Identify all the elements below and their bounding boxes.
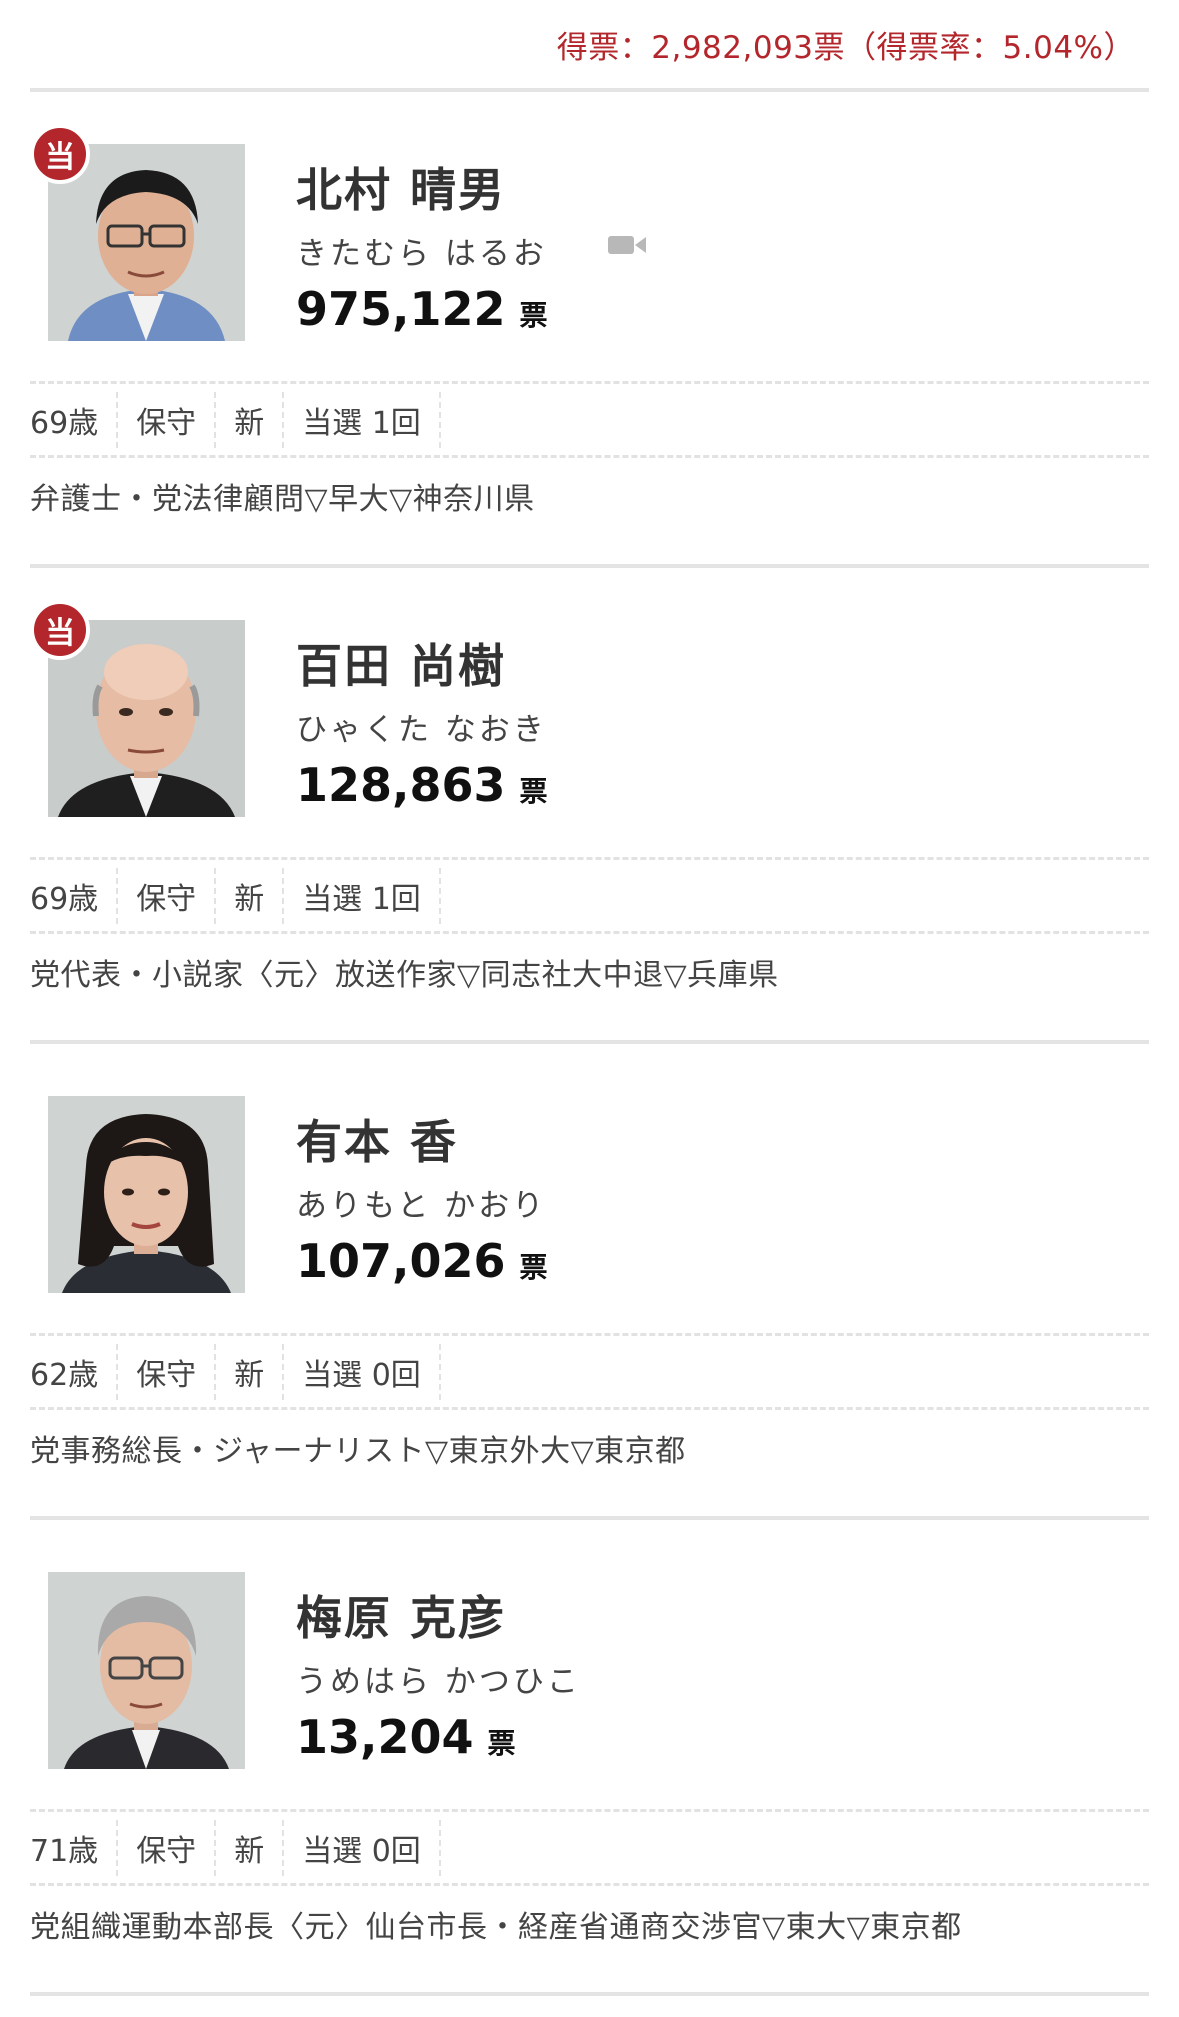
candidate-name[interactable]: 北村 晴男 [296, 154, 506, 220]
candidate-header: 当 百田 尚樹 ひゃくた なおき 128,863 票 [30, 568, 1149, 860]
candidate-name-kana: きたむら はるお [296, 236, 547, 272]
vote-count: 128,863 票 [296, 758, 548, 812]
candidate-ideology: 保守 [118, 391, 217, 448]
candidate-status: 新 [216, 391, 285, 448]
candidate-name[interactable]: 有本 香 [296, 1106, 458, 1172]
vote-count: 975,122 票 [296, 282, 548, 336]
candidate-age: 69歳 [30, 867, 119, 924]
vote-count-number: 128,863 [296, 758, 506, 812]
candidate-career: 党組織運動本部長〈元〉仙台市長・経産省通商交渉官▽東大▽東京都 [30, 1910, 962, 1945]
candidate-header: 梅原 克彦 うめはら かつひこ 13,204 票 [30, 1520, 1149, 1812]
candidate-header: 有本 香 ありもと かおり 107,026 票 [30, 1044, 1149, 1336]
candidate-card[interactable]: 当 百田 尚樹 ひゃくた なおき 128,863 票 69歳 保守 新 当選 1… [30, 568, 1149, 1044]
candidate-attributes: 69歳 保守 新 当選 1回 [30, 384, 1149, 458]
vote-unit-label: 票 [519, 775, 548, 808]
candidate-photo [48, 1096, 245, 1293]
candidate-status: 新 [216, 1343, 285, 1400]
candidate-ideology: 保守 [118, 1819, 217, 1876]
vote-count: 107,026 票 [296, 1234, 548, 1288]
vote-unit-label: 票 [487, 1727, 516, 1760]
candidate-times-elected: 当選 1回 [284, 391, 441, 448]
candidate-photo [48, 1572, 245, 1769]
candidate-attributes: 69歳 保守 新 当選 1回 [30, 860, 1149, 934]
candidate-name[interactable]: 百田 尚樹 [296, 630, 506, 696]
candidate-times-elected: 当選 0回 [284, 1819, 441, 1876]
candidate-name-kana: うめはら かつひこ [296, 1664, 581, 1700]
candidate-ideology: 保守 [118, 1343, 217, 1400]
vote-count-number: 975,122 [296, 282, 506, 336]
candidate-age: 62歳 [30, 1343, 119, 1400]
candidate-results: 得票：2,982,093票（得票率：5.04%） 当 北村 晴男 きたむら はる… [30, 0, 1149, 1996]
candidate-times-elected: 当選 1回 [284, 867, 441, 924]
candidate-times-elected: 当選 0回 [284, 1343, 441, 1400]
vote-count: 13,204 票 [296, 1710, 516, 1764]
candidate-name[interactable]: 梅原 克彦 [296, 1582, 506, 1648]
candidate-name-kana: ありもと かおり [296, 1188, 547, 1224]
candidate-age: 69歳 [30, 391, 119, 448]
total-votes-summary: 得票：2,982,093票（得票率：5.04%） [30, 0, 1149, 92]
candidate-ideology: 保守 [118, 867, 217, 924]
candidate-card[interactable]: 梅原 克彦 うめはら かつひこ 13,204 票 71歳 保守 新 当選 0回 … [30, 1520, 1149, 1996]
candidate-age: 71歳 [30, 1819, 119, 1876]
candidate-career: 党事務総長・ジャーナリスト▽東京外大▽東京都 [30, 1434, 686, 1469]
elected-badge: 当 [30, 600, 90, 660]
candidate-status: 新 [216, 1819, 285, 1876]
candidate-career: 弁護士・党法律顧問▽早大▽神奈川県 [30, 482, 535, 517]
candidate-status: 新 [216, 867, 285, 924]
candidate-attributes: 62歳 保守 新 当選 0回 [30, 1336, 1149, 1410]
candidate-attributes: 71歳 保守 新 当選 0回 [30, 1812, 1149, 1886]
vote-count-number: 107,026 [296, 1234, 506, 1288]
video-camera-icon[interactable] [608, 234, 648, 256]
candidate-name-kana: ひゃくた なおき [296, 712, 547, 748]
vote-unit-label: 票 [519, 299, 548, 332]
vote-count-number: 13,204 [296, 1710, 474, 1764]
candidate-header: 当 北村 晴男 きたむら はるお 975,122 票 [30, 92, 1149, 384]
candidate-card[interactable]: 当 北村 晴男 きたむら はるお 975,122 票 69歳 保守 新 当選 1… [30, 92, 1149, 568]
candidate-career: 党代表・小説家〈元〉放送作家▽同志社大中退▽兵庫県 [30, 958, 779, 993]
vote-unit-label: 票 [519, 1251, 548, 1284]
elected-badge: 当 [30, 124, 90, 184]
candidate-card[interactable]: 有本 香 ありもと かおり 107,026 票 62歳 保守 新 当選 0回 党… [30, 1044, 1149, 1520]
